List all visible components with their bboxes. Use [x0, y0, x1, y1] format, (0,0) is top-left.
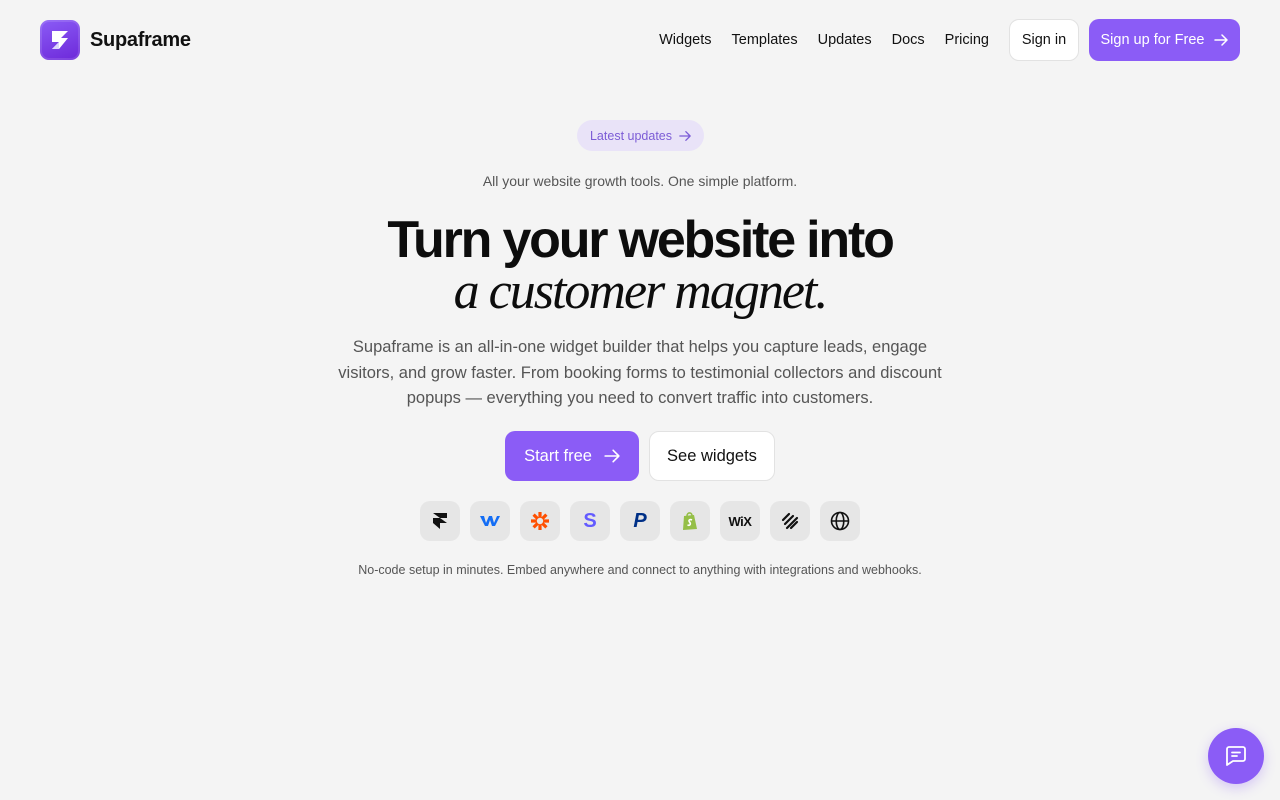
- brand-name: Supaframe: [90, 28, 191, 51]
- main-nav: Widgets Templates Updates Docs Pricing S…: [659, 19, 1240, 61]
- nav-widgets[interactable]: Widgets: [659, 32, 711, 48]
- hero-tagline: All your website growth tools. One simpl…: [482, 173, 798, 189]
- latest-updates-label: Latest updates: [589, 128, 672, 143]
- stripe-icon[interactable]: S: [570, 501, 610, 541]
- nav-updates[interactable]: Updates: [818, 32, 872, 48]
- hero-footnote: No-code setup in minutes. Embed anywhere…: [358, 563, 922, 577]
- start-free-label: Start free: [524, 446, 592, 465]
- sign-in-label: Sign in: [1021, 32, 1067, 48]
- framer-icon[interactable]: [420, 501, 460, 541]
- shopify-icon[interactable]: [670, 501, 710, 541]
- wix-text: WiX: [728, 513, 752, 529]
- paypal-icon[interactable]: P: [620, 501, 660, 541]
- nav-pricing[interactable]: Pricing: [945, 32, 989, 48]
- zapier-icon[interactable]: [520, 501, 560, 541]
- see-widgets-label: See widgets: [667, 446, 757, 465]
- cta-row: Start free See widgets: [0, 431, 1280, 481]
- integrations-row: S P WiX: [0, 501, 1280, 541]
- stripe-letter: S: [583, 509, 597, 532]
- arrow-right-icon: [679, 130, 691, 141]
- arrow-right-icon: [604, 449, 620, 463]
- sign-in-button[interactable]: Sign in: [1009, 19, 1079, 61]
- squarespace-icon[interactable]: [770, 501, 810, 541]
- supaframe-logo-icon: [40, 20, 80, 60]
- chat-button[interactable]: [1208, 728, 1264, 784]
- site-header: Supaframe Widgets Templates Updates Docs…: [40, 19, 1240, 61]
- hero-description: Supaframe is an all-in-one widget builde…: [338, 338, 942, 407]
- chat-bubble-icon: [1226, 746, 1246, 766]
- nav-templates[interactable]: Templates: [732, 32, 798, 48]
- webflow-icon[interactable]: [470, 501, 510, 541]
- nav-docs[interactable]: Docs: [892, 32, 925, 48]
- sign-up-label: Sign up for Free: [1100, 32, 1205, 48]
- brand-link[interactable]: Supaframe: [40, 20, 191, 60]
- sign-up-button[interactable]: Sign up for Free: [1089, 19, 1240, 61]
- arrow-right-icon: [1214, 34, 1229, 46]
- paypal-letter: P: [633, 509, 647, 532]
- latest-updates-pill[interactable]: Latest updates: [577, 120, 704, 151]
- start-free-button[interactable]: Start free: [505, 431, 639, 481]
- hero-headline-line2: a customer magnet.: [453, 263, 829, 320]
- globe-icon[interactable]: [820, 501, 860, 541]
- see-widgets-button[interactable]: See widgets: [649, 431, 775, 481]
- wix-icon[interactable]: WiX: [720, 501, 760, 541]
